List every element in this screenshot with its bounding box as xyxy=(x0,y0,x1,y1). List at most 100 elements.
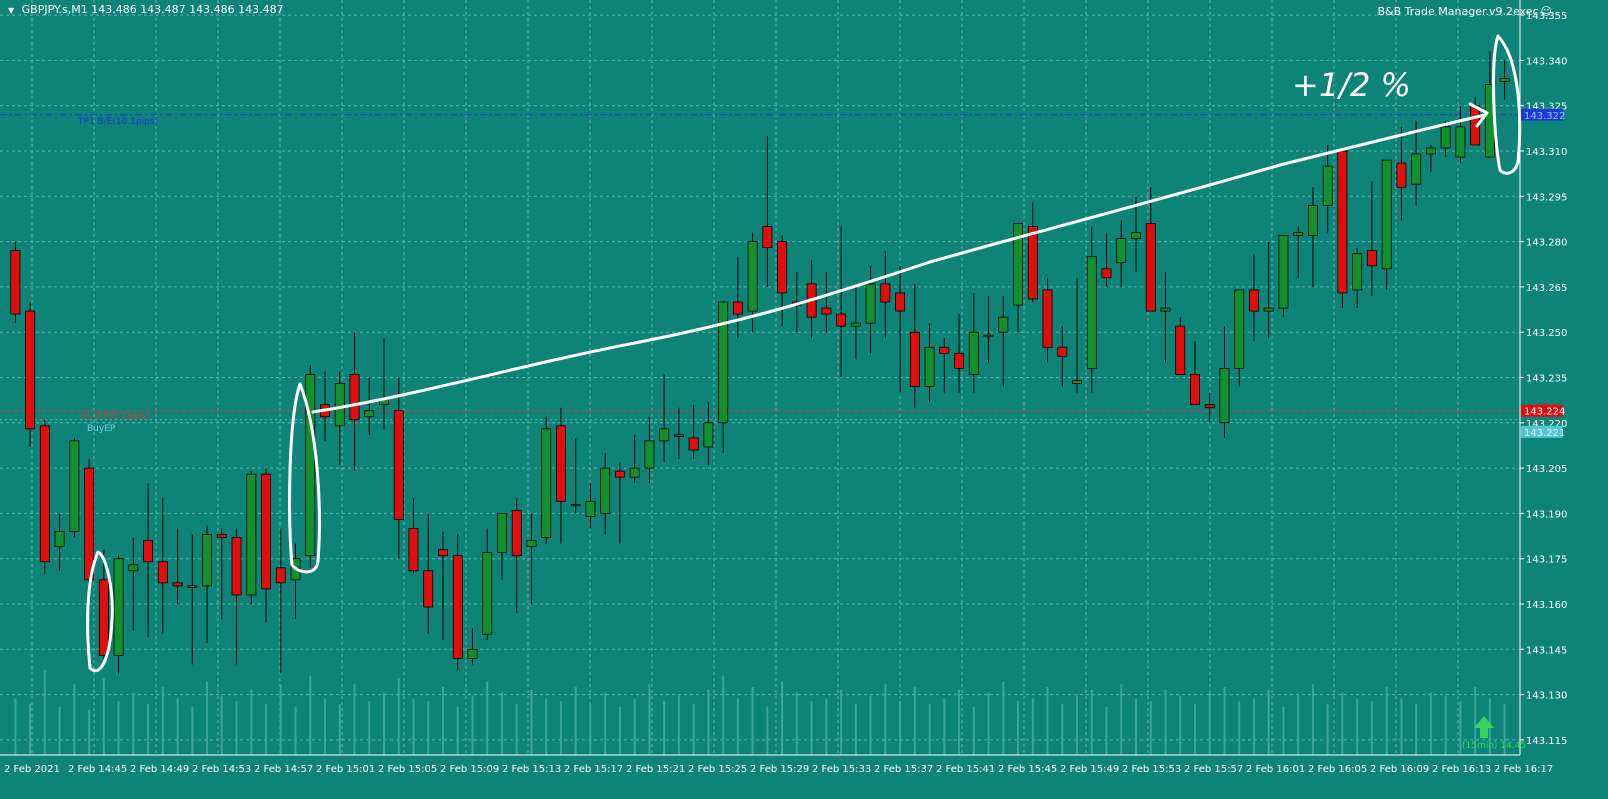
candle-body[interactable] xyxy=(909,331,920,387)
candle-body[interactable] xyxy=(1366,250,1377,267)
price-chart[interactable]: TP1 B/E(10.1pips) SL 0.0(0.1pips) BuyEP … xyxy=(0,0,1608,799)
candle-body[interactable] xyxy=(39,425,50,563)
up-arrow-icon[interactable] xyxy=(1474,716,1494,738)
candle-body[interactable] xyxy=(364,410,375,418)
candle-body[interactable] xyxy=(1234,289,1245,369)
candle-body[interactable] xyxy=(614,470,625,478)
candle-body[interactable] xyxy=(895,292,906,312)
candle-body[interactable] xyxy=(1145,223,1156,312)
expert-advisor-label[interactable]: B&B Trade Manager.v9.2exec ☺ xyxy=(1377,5,1552,18)
candle-body[interactable] xyxy=(688,437,699,451)
candle-body[interactable] xyxy=(600,467,611,514)
candle-body[interactable] xyxy=(526,540,537,548)
candle-body[interactable] xyxy=(644,440,655,469)
candle-body[interactable] xyxy=(1425,147,1436,155)
candle-body[interactable] xyxy=(718,301,729,424)
candle-body[interactable] xyxy=(157,561,168,584)
candle-body[interactable] xyxy=(570,503,581,507)
candle-body[interactable] xyxy=(25,310,36,430)
candle-body[interactable] xyxy=(1293,232,1304,236)
candle-body[interactable] xyxy=(1411,153,1422,185)
candle-body[interactable] xyxy=(1072,380,1082,384)
candle-body[interactable] xyxy=(216,534,227,538)
candle-body[interactable] xyxy=(1499,78,1510,82)
candle-body[interactable] xyxy=(968,331,979,375)
candle-body[interactable] xyxy=(349,374,360,421)
candle-body[interactable] xyxy=(84,467,95,581)
candle-body[interactable] xyxy=(865,283,876,324)
candle-body[interactable] xyxy=(983,334,994,338)
candle-body[interactable] xyxy=(1027,226,1038,300)
candle-body[interactable] xyxy=(1042,289,1053,348)
candle-body[interactable] xyxy=(261,473,272,590)
candle-body[interactable] xyxy=(1175,325,1186,375)
candle-body[interactable] xyxy=(275,567,286,584)
candle-body[interactable] xyxy=(10,250,21,315)
candle-body[interactable] xyxy=(732,301,743,315)
candle-body[interactable] xyxy=(202,534,213,587)
candle-body[interactable] xyxy=(998,316,1009,333)
candle-body[interactable] xyxy=(1086,256,1097,369)
candle-body[interactable] xyxy=(836,313,847,327)
candle-body[interactable] xyxy=(496,513,507,554)
candle-body[interactable] xyxy=(1337,150,1348,294)
ohlc-values: 143.486 143.487 143.486 143.487 xyxy=(91,3,284,16)
candle-body[interactable] xyxy=(452,555,463,659)
candle-body[interactable] xyxy=(541,428,552,538)
candle-body[interactable] xyxy=(246,473,257,596)
candle-body[interactable] xyxy=(1352,253,1363,291)
candle-body[interactable] xyxy=(1263,307,1274,312)
candle-body[interactable] xyxy=(629,467,640,478)
candle-body[interactable] xyxy=(1116,238,1127,264)
candle-body[interactable] xyxy=(1219,368,1230,424)
candle-body[interactable] xyxy=(438,549,448,557)
candle-body[interactable] xyxy=(1381,159,1392,270)
candle-body[interactable] xyxy=(762,226,773,249)
candle-body[interactable] xyxy=(850,322,861,327)
candle-body[interactable] xyxy=(1307,204,1318,236)
candle-body[interactable] xyxy=(1101,268,1112,279)
candle-body[interactable] xyxy=(1248,289,1259,312)
candle-body[interactable] xyxy=(1322,165,1333,206)
candle-body[interactable] xyxy=(1057,346,1068,357)
candle-body[interactable] xyxy=(54,531,65,548)
candle-body[interactable] xyxy=(482,552,493,635)
candle-body[interactable] xyxy=(98,579,109,656)
candle-body[interactable] xyxy=(1455,126,1466,158)
candle-body[interactable] xyxy=(143,540,154,563)
candle-body[interactable] xyxy=(747,241,758,312)
candle-body[interactable] xyxy=(1131,232,1141,239)
candle-body[interactable] xyxy=(659,428,670,442)
candle-body[interactable] xyxy=(821,307,832,315)
collapse-triangle-icon[interactable]: ▼ xyxy=(8,6,14,15)
candle-body[interactable] xyxy=(1440,126,1451,149)
candle-body[interactable] xyxy=(187,585,198,588)
candle-body[interactable] xyxy=(393,410,404,520)
candle-body[interactable] xyxy=(467,648,478,659)
candle-body[interactable] xyxy=(408,528,419,572)
candle-body[interactable] xyxy=(777,241,788,294)
candle-body[interactable] xyxy=(113,558,124,656)
candle-body[interactable] xyxy=(334,383,345,427)
candle-body[interactable] xyxy=(69,440,80,532)
candle-body[interactable] xyxy=(585,500,596,517)
candle-body[interactable] xyxy=(423,570,434,608)
time-axis[interactable]: 2 Feb 2021 2 Feb 14:45 2 Feb 14:49 2 Feb 14… xyxy=(4,764,1553,775)
candle-body[interactable] xyxy=(924,346,935,387)
candle-body[interactable] xyxy=(128,564,139,572)
candle-body[interactable] xyxy=(1278,235,1289,309)
candle-body[interactable] xyxy=(555,425,566,502)
candle-body[interactable] xyxy=(1396,162,1407,188)
candle-body[interactable] xyxy=(880,283,891,303)
candle-body[interactable] xyxy=(954,352,965,369)
candle-body[interactable] xyxy=(1204,404,1215,409)
candle-body[interactable] xyxy=(172,582,183,587)
candle-body[interactable] xyxy=(511,509,522,557)
candle-body[interactable] xyxy=(703,422,714,448)
candle-body[interactable] xyxy=(1160,307,1171,312)
candle-body[interactable] xyxy=(939,346,950,354)
candle-body[interactable] xyxy=(231,537,242,596)
price-tick-label: 143.295 xyxy=(1526,192,1567,203)
candle-body[interactable] xyxy=(673,434,684,437)
candle-body[interactable] xyxy=(1190,374,1200,406)
